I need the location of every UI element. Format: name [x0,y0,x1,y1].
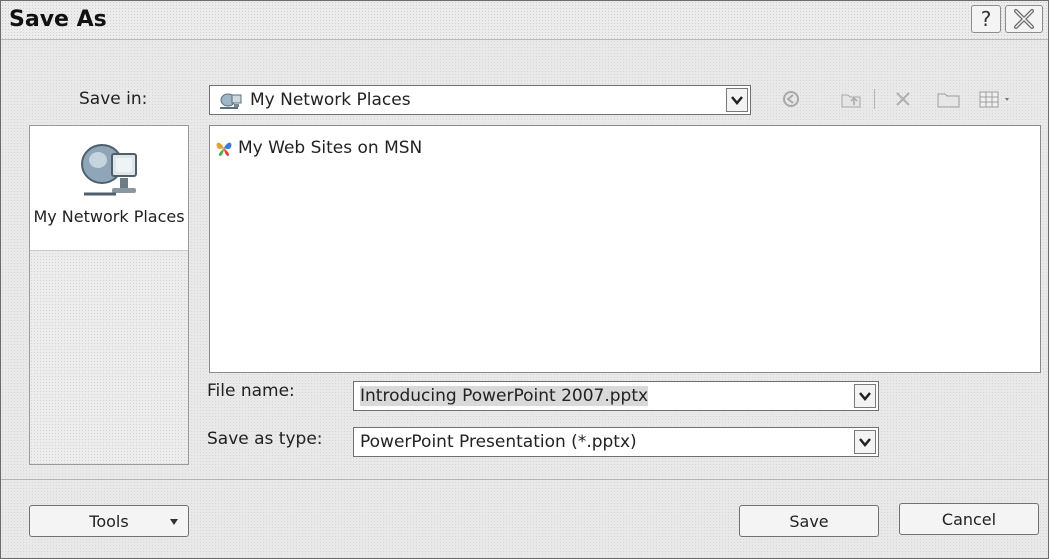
file-list[interactable]: My Web Sites on MSN [209,125,1041,373]
save-as-type-dropdown-arrow[interactable] [854,430,876,454]
list-item[interactable]: My Web Sites on MSN [214,136,422,160]
places-item-label: My Network Places [33,207,185,226]
chevron-down-icon [859,438,871,447]
msn-butterfly-icon [216,142,232,156]
cancel-button[interactable]: Cancel [899,503,1039,535]
network-places-small-icon [220,93,242,109]
cancel-button-label: Cancel [941,509,997,529]
delete-icon[interactable] [891,87,915,111]
save-as-type-value: PowerPoint Presentation (*.pptx) [360,432,637,452]
save-as-dialog: Save As ? Save in: My Network Places My … [0,0,1049,559]
save-button-label: Save [789,511,829,531]
chevron-down-icon [731,96,743,105]
toolbar-separator [871,87,877,111]
file-name-dropdown-arrow[interactable] [854,384,876,408]
save-in-dropdown[interactable]: My Network Places [209,85,751,115]
back-icon[interactable] [779,87,803,111]
places-bar: My Network Places [29,125,189,465]
file-name-input[interactable]: Introducing PowerPoint 2007.pptx [353,381,879,411]
divider [1,479,1048,480]
close-button[interactable] [1005,5,1043,33]
help-button[interactable]: ? [971,5,1001,33]
save-as-type-label: Save as type: [207,429,323,449]
save-as-type-dropdown[interactable]: PowerPoint Presentation (*.pptx) [353,427,879,457]
title-bar: Save As ? [1,1,1048,40]
dialog-title: Save As [9,7,107,32]
save-in-label: Save in: [79,89,148,109]
file-name-label: File name: [207,381,295,401]
up-folder-icon[interactable] [839,87,863,111]
help-icon: ? [980,7,992,31]
new-folder-icon[interactable] [935,87,963,111]
close-icon [1014,9,1034,29]
save-in-dropdown-arrow[interactable] [726,88,748,112]
chevron-down-icon [859,392,871,401]
file-name-value: Introducing PowerPoint 2007.pptx [360,386,649,406]
save-in-value: My Network Places [250,90,411,110]
tools-button-label: Tools [89,511,129,531]
list-item-label: My Web Sites on MSN [238,138,423,158]
save-button[interactable]: Save [739,505,879,537]
views-icon[interactable] [977,87,1017,111]
caret-down-icon [170,519,178,525]
places-item-my-network-places[interactable]: My Network Places [30,126,188,251]
tools-button[interactable]: Tools [29,505,189,537]
network-places-icon [81,144,137,196]
